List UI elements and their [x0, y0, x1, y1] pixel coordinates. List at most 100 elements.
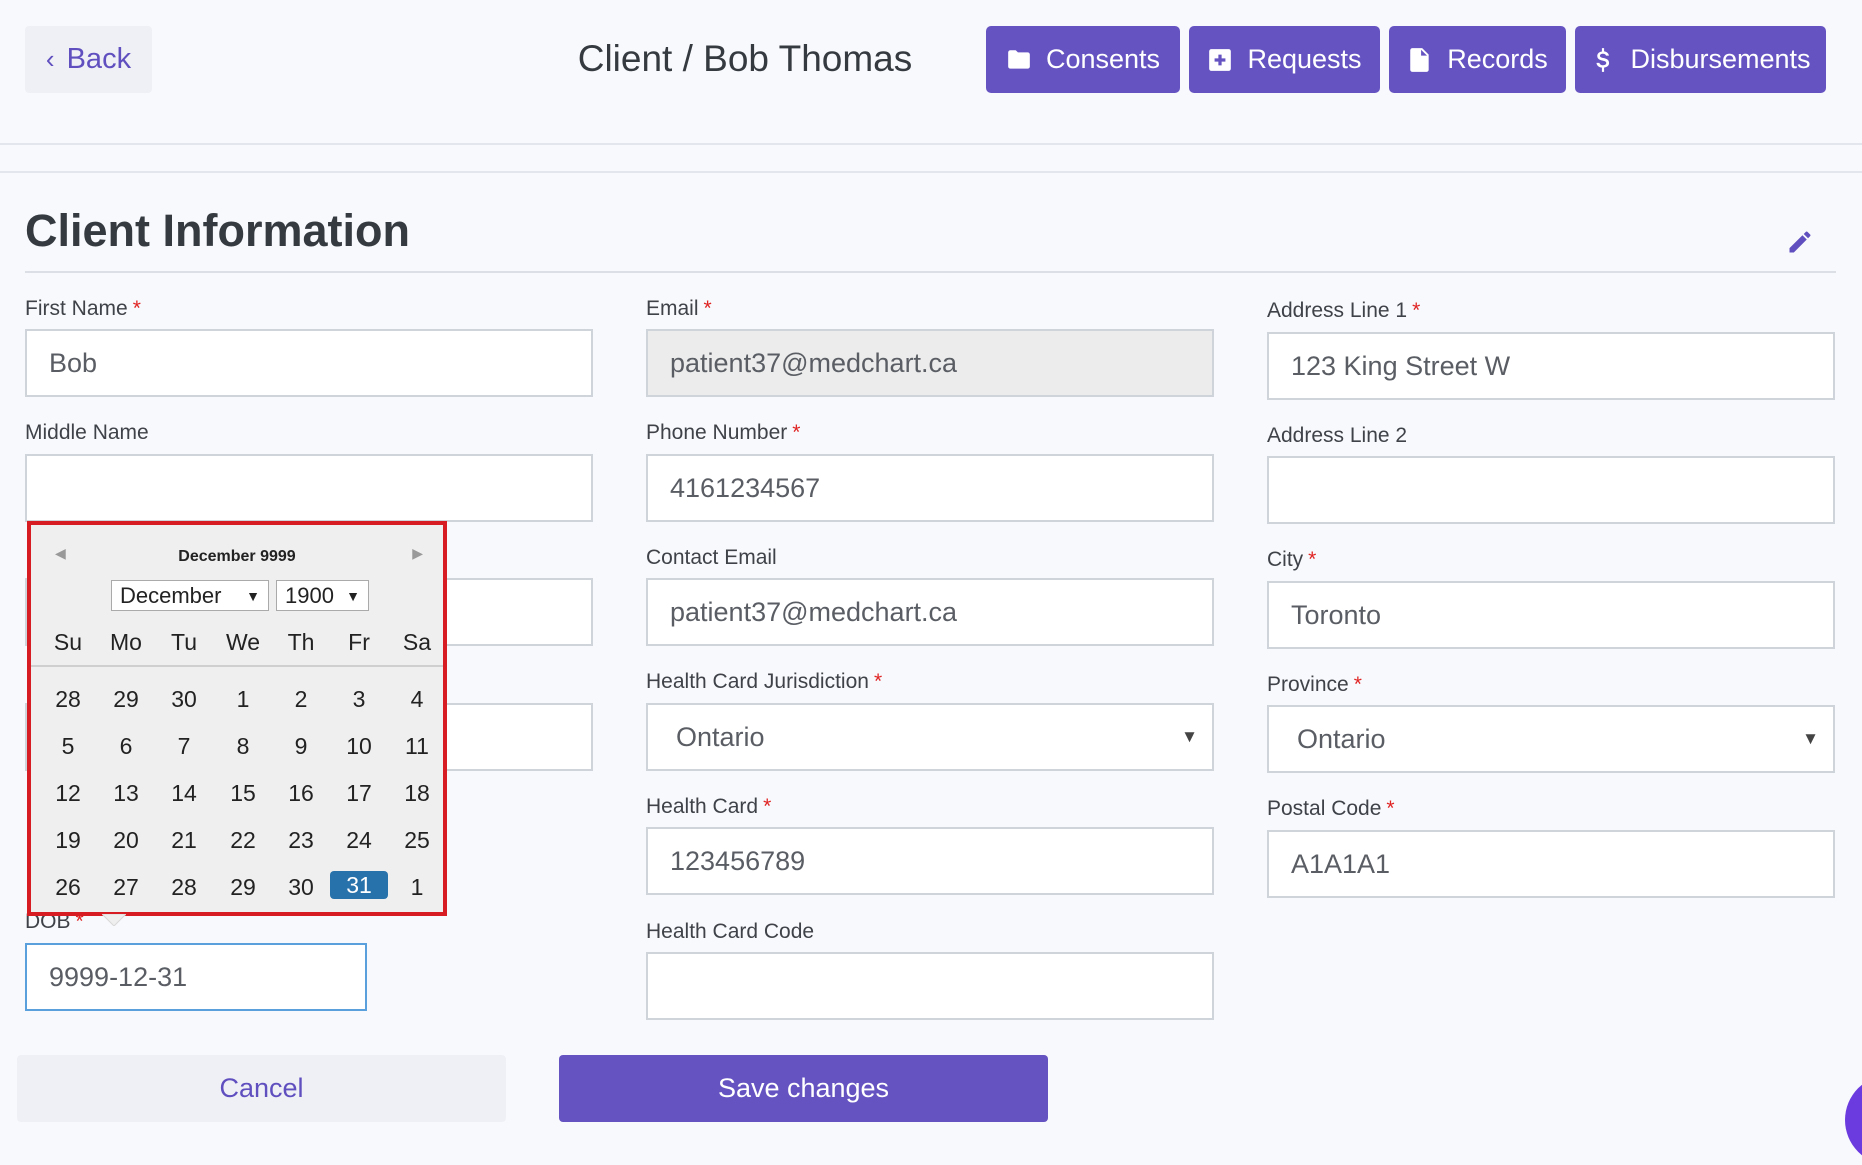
- first-name-label: First Name *: [25, 297, 141, 320]
- middle-name-label: Middle Name: [25, 421, 149, 444]
- calendar-day[interactable]: 18: [388, 780, 446, 807]
- disbursements-label: Disbursements: [1630, 44, 1811, 74]
- hc-jurisdiction-label: Health Card Jurisdiction *: [646, 670, 883, 693]
- header-divider: [0, 143, 1862, 145]
- calendar-day[interactable]: 9: [272, 733, 330, 760]
- calendar-day[interactable]: 17: [330, 780, 388, 807]
- calendar-day[interactable]: 11: [388, 733, 446, 760]
- chevron-left-icon: ‹: [45, 44, 55, 74]
- hc-jurisdiction-value: Ontario: [676, 721, 765, 752]
- calendar-day[interactable]: 21: [155, 827, 213, 854]
- calendar-day[interactable]: 12: [39, 780, 97, 807]
- city-field[interactable]: Toronto: [1267, 581, 1835, 649]
- calendar-day[interactable]: 2: [272, 686, 330, 713]
- calendar-day[interactable]: 20: [97, 827, 155, 854]
- first-name-field[interactable]: Bob: [25, 329, 593, 397]
- consents-label: Consents: [1045, 44, 1161, 74]
- back-button[interactable]: ‹ Back: [25, 26, 152, 93]
- calendar-day[interactable]: 30: [272, 874, 330, 901]
- weekday-label: Tu: [171, 629, 197, 655]
- contact-email-field[interactable]: patient37@medchart.ca: [646, 578, 1214, 646]
- calendar-day[interactable]: 27: [97, 874, 155, 901]
- postal-code-label: Postal Code *: [1267, 797, 1395, 820]
- content-divider: [0, 171, 1862, 173]
- address2-label: Address Line 2: [1267, 424, 1408, 447]
- hc-jurisdiction-select[interactable]: Ontario ▼: [646, 703, 1214, 771]
- records-button[interactable]: Records: [1389, 26, 1566, 93]
- calendar-day[interactable]: 26: [39, 874, 97, 901]
- requests-label: Requests: [1247, 44, 1362, 74]
- weekday-label: Sa: [402, 629, 432, 655]
- dollar-icon: [1596, 47, 1610, 72]
- weekday-label: Th: [287, 629, 315, 655]
- calendar-day[interactable]: 29: [97, 686, 155, 713]
- weekday-label: Mo: [110, 629, 142, 655]
- year-select-value: 1900: [285, 582, 334, 608]
- datepicker-popup: ◀ December 9999 ▶ December ▼ 1900 ▼ Su Mo Tu…: [27, 521, 447, 916]
- calendar-day[interactable]: 14: [155, 780, 213, 807]
- page-title: Client / Bob Thomas: [577, 38, 913, 79]
- calendar-day[interactable]: 1: [388, 874, 446, 901]
- calendar-day[interactable]: 4: [388, 686, 446, 713]
- calendar-day[interactable]: 10: [330, 733, 388, 760]
- calendar-day[interactable]: 22: [214, 827, 272, 854]
- weekday-label: Fr: [348, 629, 370, 655]
- calendar-day[interactable]: 6: [97, 733, 155, 760]
- pencil-icon[interactable]: [1786, 228, 1814, 256]
- requests-button[interactable]: Requests: [1189, 26, 1380, 93]
- month-select[interactable]: December ▼: [111, 580, 269, 611]
- calendar-day[interactable]: 24: [330, 827, 388, 854]
- records-label: Records: [1447, 44, 1548, 74]
- file-icon: [1410, 47, 1429, 72]
- calendar-day[interactable]: 1: [214, 686, 272, 713]
- address1-label: Address Line 1 *: [1267, 299, 1421, 322]
- calendar-day-selected[interactable]: 31: [330, 871, 388, 899]
- caret-down-icon: ▼: [1181, 727, 1198, 746]
- section-title: Client Information: [25, 205, 410, 256]
- calendar-day[interactable]: 19: [39, 827, 97, 854]
- email-label: Email *: [646, 297, 712, 320]
- calendar-day[interactable]: 23: [272, 827, 330, 854]
- address1-field[interactable]: 123 King Street W: [1267, 332, 1835, 400]
- calendar-day[interactable]: 5: [39, 733, 97, 760]
- calendar-day[interactable]: 13: [97, 780, 155, 807]
- datepicker-title: December 9999: [178, 548, 296, 565]
- save-changes-button[interactable]: Save changes: [559, 1055, 1048, 1122]
- phone-field[interactable]: 4161234567: [646, 454, 1214, 522]
- calendar-day[interactable]: 28: [155, 874, 213, 901]
- calendar-day[interactable]: 8: [214, 733, 272, 760]
- year-select[interactable]: 1900 ▼: [276, 580, 369, 611]
- contact-email-label: Contact Email: [646, 546, 777, 569]
- disbursements-button[interactable]: Disbursements: [1575, 26, 1826, 93]
- calendar-day[interactable]: 16: [272, 780, 330, 807]
- calendar-day[interactable]: 29: [214, 874, 272, 901]
- health-card-field[interactable]: 123456789: [646, 827, 1214, 895]
- middle-name-field[interactable]: [25, 454, 593, 522]
- section-rule: [25, 271, 1836, 273]
- postal-code-field[interactable]: A1A1A1: [1267, 830, 1835, 898]
- consents-button[interactable]: Consents: [986, 26, 1180, 93]
- weekday-label: Su: [53, 629, 83, 655]
- health-card-code-field[interactable]: [646, 952, 1214, 1020]
- caret-down-icon: ▼: [246, 587, 260, 604]
- cancel-button[interactable]: Cancel: [17, 1055, 506, 1122]
- province-label: Province *: [1267, 673, 1362, 696]
- email-field: patient37@medchart.ca: [646, 329, 1214, 397]
- province-select[interactable]: Ontario ▼: [1267, 705, 1835, 773]
- page-header: ‹ Back Client / Bob Thomas Consents Requ…: [0, 0, 1862, 144]
- caret-down-icon: ▼: [1802, 729, 1819, 748]
- calendar-day[interactable]: 28: [39, 686, 97, 713]
- back-button-label: Back: [66, 43, 132, 75]
- month-select-value: December: [120, 582, 222, 608]
- datepicker-divider: [31, 665, 443, 667]
- address2-field[interactable]: [1267, 456, 1835, 524]
- next-month-icon[interactable]: ▶: [412, 545, 423, 562]
- health-card-code-label: Health Card Code: [646, 920, 815, 943]
- calendar-day[interactable]: 7: [155, 733, 213, 760]
- dob-field[interactable]: 9999-12-31: [25, 943, 367, 1011]
- calendar-day[interactable]: 25: [388, 827, 446, 854]
- calendar-day[interactable]: 3: [330, 686, 388, 713]
- weekday-label: We: [225, 629, 261, 655]
- calendar-day[interactable]: 15: [214, 780, 272, 807]
- calendar-day[interactable]: 30: [155, 686, 213, 713]
